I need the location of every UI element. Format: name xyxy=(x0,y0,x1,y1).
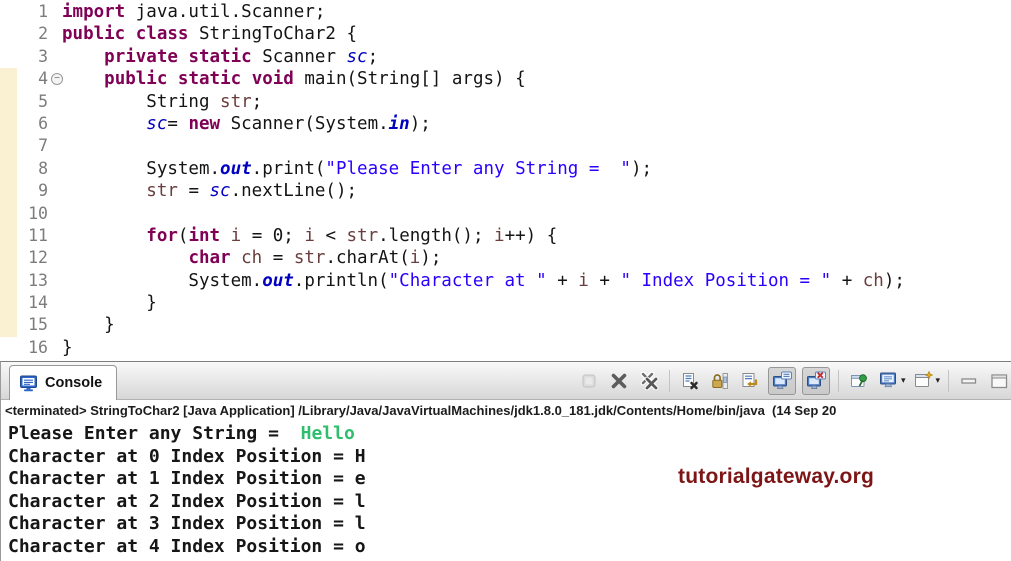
code-line[interactable]: 12 char ch = str.charAt(i); xyxy=(0,247,1011,269)
code-text: System.out.println("Character at " + i +… xyxy=(62,270,905,291)
console-view: Console ▾ ▾ <terminated> StringToChar2 [… xyxy=(0,361,1011,561)
code-line[interactable]: 14 } xyxy=(0,292,1011,314)
code-text: System.out.print("Please Enter any Strin… xyxy=(62,158,653,179)
open-console-icon[interactable] xyxy=(911,369,935,393)
code-text: for(int i = 0; i < str.length(); i++) { xyxy=(146,225,558,246)
code-line[interactable]: 1 import java.util.Scanner; xyxy=(0,1,1011,23)
code-text: public class StringToChar2 { xyxy=(62,24,358,45)
chevron-down-icon[interactable]: ▾ xyxy=(901,375,906,386)
console-user-input: Hello xyxy=(300,423,355,444)
toolbar-separator xyxy=(837,369,839,392)
code-line[interactable]: 10 xyxy=(0,203,1011,225)
code-text: char ch = str.charAt(i); xyxy=(188,248,442,269)
code-line[interactable]: 9 str = sc.nextLine(); xyxy=(0,180,1011,202)
code-text: } xyxy=(62,315,115,336)
console-stdout-text: Please Enter any String = xyxy=(8,423,301,444)
clear-console-icon[interactable] xyxy=(678,369,702,393)
console-stdout-text: Character at 3 Index Position = l xyxy=(8,513,366,535)
console-output-line[interactable]: Please Enter any String = Hello xyxy=(8,423,1011,446)
console-stdout-text: Character at 2 Index Position = l xyxy=(8,490,366,512)
display-selected-console-combo[interactable]: ▾ xyxy=(877,369,906,393)
code-text: str = sc.nextLine(); xyxy=(146,181,358,202)
console-toolbar: ▾ ▾ xyxy=(577,362,1011,399)
line-number[interactable]: 14 xyxy=(0,292,48,314)
line-number[interactable]: 2 xyxy=(0,23,48,45)
code-text: sc= new Scanner(System.in); xyxy=(146,113,431,134)
tab-console[interactable]: Console xyxy=(9,365,118,400)
line-number[interactable]: 9 xyxy=(0,180,48,202)
code-text: private static Scanner sc; xyxy=(104,46,379,67)
display-selected-console-icon[interactable] xyxy=(877,369,901,393)
console-status-line: <terminated> StringToChar2 [Java Applica… xyxy=(1,400,1011,422)
console-tab-label: Console xyxy=(45,375,103,391)
code-line[interactable]: 5 String str; xyxy=(0,91,1011,113)
show-stdout-toggle-icon[interactable] xyxy=(767,366,796,395)
java-editor[interactable]: 1 import java.util.Scanner; 2 public class … xyxy=(0,0,1011,359)
code-line[interactable]: 13 System.out.println("Character at " + … xyxy=(0,270,1011,292)
console-output-line[interactable]: Character at 3 Index Position = l xyxy=(8,513,1011,536)
line-number[interactable]: 13 xyxy=(0,270,48,292)
line-number[interactable]: 1 xyxy=(0,1,48,23)
console-stdout-text: Character at 0 Index Position = H xyxy=(8,445,366,467)
eclipse-workbench: 1 import java.util.Scanner; 2 public class … xyxy=(0,0,1011,561)
line-number[interactable]: 5 xyxy=(0,91,48,113)
chevron-down-icon[interactable]: ▾ xyxy=(935,375,940,386)
terminate-icon[interactable] xyxy=(577,369,601,393)
minimize-icon[interactable] xyxy=(957,369,981,393)
console-stdout-text: Character at 4 Index Position = o xyxy=(8,535,366,557)
toolbar-separator xyxy=(948,369,949,392)
word-wrap-icon[interactable] xyxy=(738,369,762,393)
line-number[interactable]: 3 xyxy=(0,46,48,68)
code-text: } xyxy=(62,337,73,358)
line-number[interactable]: 6 xyxy=(0,113,48,135)
code-lines: 1 import java.util.Scanner; 2 public class … xyxy=(0,0,1011,359)
code-line[interactable]: 6 sc= new Scanner(System.in); xyxy=(0,113,1011,135)
remove-all-terminated-icon[interactable] xyxy=(637,369,661,393)
code-text: } xyxy=(62,293,157,314)
code-line[interactable]: 16} xyxy=(0,337,1011,359)
code-line[interactable]: 3 private static Scanner sc; xyxy=(0,46,1011,68)
line-number[interactable]: 10 xyxy=(0,203,48,225)
console-output[interactable]: Please Enter any String = Hello Character… xyxy=(1,422,1011,559)
code-line[interactable]: 4− public static void main(String[] args… xyxy=(0,68,1011,90)
remove-launch-icon[interactable] xyxy=(607,369,631,393)
show-stderr-toggle-icon[interactable] xyxy=(801,366,830,395)
code-text: public static void main(String[] args) { xyxy=(104,69,526,90)
code-text: String str; xyxy=(62,91,263,112)
console-stdout-text: Character at 1 Index Position = e xyxy=(8,468,366,490)
line-number[interactable]: 8 xyxy=(0,158,48,180)
line-number[interactable]: 11 xyxy=(0,225,48,247)
maximize-icon[interactable] xyxy=(987,369,1011,393)
code-line[interactable]: 8 System.out.print("Please Enter any Str… xyxy=(0,158,1011,180)
scroll-lock-icon[interactable] xyxy=(708,369,732,393)
console-output-line[interactable]: Character at 2 Index Position = l xyxy=(8,491,1011,514)
pin-console-icon[interactable] xyxy=(847,369,871,393)
code-line[interactable]: 2 public class StringToChar2 { xyxy=(0,23,1011,45)
code-line[interactable]: 11 for(int i = 0; i < str.length(); i++)… xyxy=(0,225,1011,247)
console-tab-bar: Console ▾ ▾ xyxy=(1,362,1011,400)
open-console-combo[interactable]: ▾ xyxy=(911,369,940,393)
line-number[interactable]: 7 xyxy=(0,135,48,157)
console-output-line[interactable]: Character at 4 Index Position = o xyxy=(8,536,1011,559)
code-text: import java.util.Scanner; xyxy=(62,2,326,22)
code-line[interactable]: 7 xyxy=(0,135,1011,157)
line-number[interactable]: 12 xyxy=(0,247,48,269)
line-number[interactable]: 16 xyxy=(0,337,48,359)
console-icon xyxy=(20,375,37,391)
line-number[interactable]: 4 xyxy=(0,68,48,90)
line-number[interactable]: 15 xyxy=(0,314,48,336)
watermark: tutorialgateway.org xyxy=(678,465,874,488)
toolbar-separator xyxy=(668,369,670,392)
code-line[interactable]: 15 } xyxy=(0,314,1011,336)
